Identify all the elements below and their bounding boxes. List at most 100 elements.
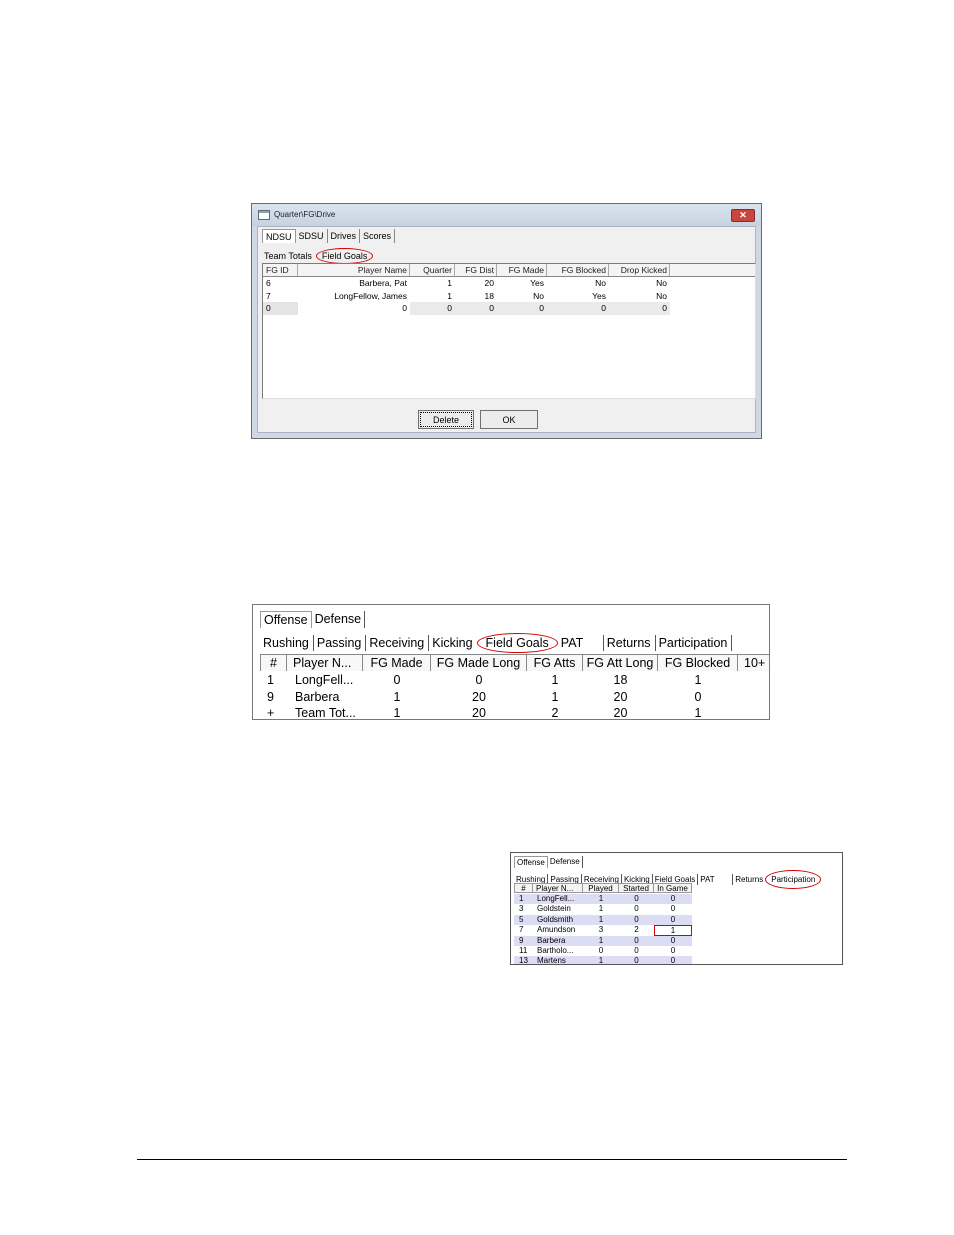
cell-fg-id[interactable]: 0: [263, 302, 298, 315]
close-icon[interactable]: ✕: [731, 209, 755, 222]
cell-in-game[interactable]: 0: [654, 914, 692, 926]
table-row[interactable]: 6 Barbera, Pat 1 20 Yes No No: [263, 277, 755, 290]
cell-fg-blocked[interactable]: Yes: [547, 290, 609, 303]
cell-number[interactable]: 3: [514, 904, 533, 914]
cell-fg-made[interactable]: No: [497, 290, 547, 303]
tab-ndsu[interactable]: NDSU: [262, 229, 296, 243]
cell-fg-atts[interactable]: 2: [527, 705, 583, 719]
table-row[interactable]: 9 Barbera 1 20 1 20 0: [260, 689, 738, 706]
team-totals-row[interactable]: + Team Tot... 1 20 2 20 1: [260, 705, 738, 719]
cell-in-game[interactable]: 0: [654, 894, 692, 905]
cell-started[interactable]: 2: [619, 925, 654, 935]
tab-offense[interactable]: Offense: [514, 856, 548, 868]
cell-quarter[interactable]: 1: [410, 290, 455, 303]
cell-fg-made-long[interactable]: 20: [431, 705, 527, 719]
cell-started[interactable]: 0: [619, 904, 654, 914]
tab-participation[interactable]: Participation: [765, 870, 822, 889]
table-row[interactable]: 1 LongFell... 0 0 1 18 1: [260, 672, 738, 689]
cell-player-name[interactable]: LongFell...: [287, 672, 363, 689]
cell-fg-blocked[interactable]: 0: [547, 302, 609, 315]
col-fg-made-long[interactable]: FG Made Long: [431, 655, 527, 671]
cell-fg-blocked[interactable]: 1: [658, 672, 738, 689]
cell-fg-dist[interactable]: 0: [455, 302, 497, 315]
cell-fg-made-long[interactable]: 20: [431, 689, 527, 706]
col-started[interactable]: Started: [619, 883, 654, 893]
tab-participation[interactable]: Participation: [656, 635, 733, 651]
table-row[interactable]: 13 Martens 1 0 0: [514, 956, 692, 964]
cell-fg-dist[interactable]: 20: [455, 277, 497, 290]
cell-player-name[interactable]: Goldsmith: [533, 914, 583, 926]
tab-drives[interactable]: Drives: [328, 229, 361, 243]
cell-fg-made[interactable]: Yes: [497, 277, 547, 290]
col-10-plus[interactable]: 10+: [738, 655, 769, 671]
cell-in-game[interactable]: 0: [654, 956, 692, 964]
cell-in-game[interactable]: 0: [654, 904, 692, 914]
tab-rushing[interactable]: Rushing: [260, 635, 314, 651]
col-fg-blocked[interactable]: FG Blocked: [658, 655, 738, 671]
cell-player-name[interactable]: Barbera: [287, 689, 363, 706]
table-row[interactable]: 1 LongFell... 1 0 0: [514, 894, 692, 905]
tab-team-totals[interactable]: Team Totals: [262, 250, 314, 262]
cell-fg-atts[interactable]: 1: [527, 672, 583, 689]
cell-started[interactable]: 0: [619, 914, 654, 926]
col-player-name[interactable]: Player N...: [533, 883, 583, 893]
cell-player-name[interactable]: Barbera, Pat: [298, 277, 410, 290]
cell-number[interactable]: 13: [514, 956, 533, 964]
col-fg-made[interactable]: FG Made: [363, 655, 431, 671]
cell-fg-dist[interactable]: 18: [455, 290, 497, 303]
col-player-name[interactable]: Player N...: [287, 655, 363, 671]
tab-pat[interactable]: PAT: [558, 635, 604, 651]
tab-kicking[interactable]: Kicking: [429, 635, 476, 651]
cell-started[interactable]: 0: [619, 894, 654, 905]
col-quarter[interactable]: Quarter: [410, 264, 455, 276]
cell-number[interactable]: 9: [260, 689, 287, 706]
cell-number[interactable]: 5: [514, 914, 533, 926]
cell-player-name[interactable]: Martens: [533, 956, 583, 964]
cell-in-game[interactable]: 0: [654, 946, 692, 956]
col-fg-atts[interactable]: FG Atts: [527, 655, 583, 671]
table-row[interactable]: 3 Goldstein 1 0 0: [514, 904, 692, 914]
cell-started[interactable]: 0: [619, 946, 654, 956]
cell-fg-made-long[interactable]: 0: [431, 672, 527, 689]
cell-player-name[interactable]: Goldstein: [533, 904, 583, 914]
cell-drop-kicked[interactable]: No: [609, 277, 670, 290]
cell-fg-att-long[interactable]: 18: [583, 672, 658, 689]
table-row[interactable]: 7 Amundson 3 2 1: [514, 925, 692, 936]
cell-player-name[interactable]: Barbera: [533, 935, 583, 946]
cell-player-name[interactable]: Bartholo...: [533, 946, 583, 956]
tab-field-goals[interactable]: Field Goals: [476, 633, 558, 653]
cell-started[interactable]: 0: [619, 935, 654, 946]
col-fg-made[interactable]: FG Made: [497, 264, 547, 276]
tab-passing[interactable]: Passing: [314, 635, 367, 651]
tab-scores[interactable]: Scores: [360, 229, 396, 243]
tab-defense[interactable]: Defense: [312, 611, 366, 628]
cell-player-name[interactable]: LongFell...: [533, 894, 583, 905]
col-in-game[interactable]: In Game: [654, 883, 692, 893]
tab-returns[interactable]: Returns: [604, 635, 656, 651]
cell-number[interactable]: 9: [514, 935, 533, 946]
cell-played[interactable]: 1: [583, 956, 619, 964]
col-played[interactable]: Played: [583, 883, 619, 893]
tab-defense[interactable]: Defense: [548, 856, 583, 868]
new-entry-row[interactable]: 0 0 0 0 0 0 0: [263, 302, 755, 315]
delete-button[interactable]: Delete: [418, 410, 474, 429]
tab-offense[interactable]: Offense: [260, 611, 312, 628]
cell-played[interactable]: 1: [583, 894, 619, 905]
col-drop-kicked[interactable]: Drop Kicked: [609, 264, 670, 276]
cell-drop-kicked[interactable]: No: [609, 290, 670, 303]
cell-fg-made[interactable]: 1: [363, 705, 431, 719]
cell-played[interactable]: 0: [583, 946, 619, 956]
col-fg-blocked[interactable]: FG Blocked: [547, 264, 609, 276]
tab-returns[interactable]: Returns: [733, 874, 765, 885]
cell-fg-made[interactable]: 0: [497, 302, 547, 315]
cell-played[interactable]: 1: [583, 914, 619, 926]
cell-fg-made[interactable]: 1: [363, 689, 431, 706]
cell-fg-blocked[interactable]: No: [547, 277, 609, 290]
cell-number[interactable]: +: [260, 705, 287, 719]
tab-pat[interactable]: PAT: [698, 874, 734, 885]
cell-number[interactable]: 7: [514, 925, 533, 935]
cell-number[interactable]: 1: [514, 894, 533, 905]
col-fg-dist[interactable]: FG Dist: [455, 264, 497, 276]
cell-fg-made[interactable]: 0: [363, 672, 431, 689]
cell-fg-att-long[interactable]: 20: [583, 689, 658, 706]
